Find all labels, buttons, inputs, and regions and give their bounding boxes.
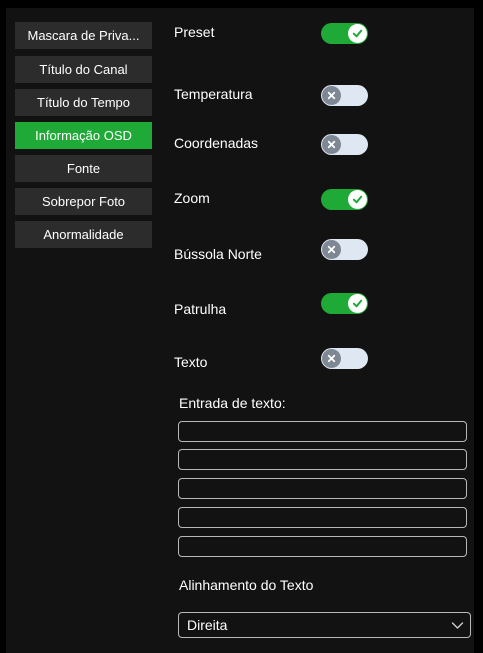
text-entry-field-2[interactable] — [178, 449, 467, 470]
coordinates-toggle[interactable] — [321, 134, 368, 155]
x-icon — [322, 86, 341, 105]
sidebar-item-abnormality[interactable]: Anormalidade — [15, 221, 152, 248]
check-icon — [348, 24, 367, 43]
zoom-toggle[interactable] — [321, 189, 368, 210]
x-icon — [322, 135, 341, 154]
sidebar-item-osd-info[interactable]: Informação OSD — [15, 122, 152, 149]
option-label-temperature: Temperatura — [174, 86, 253, 102]
preset-toggle[interactable] — [321, 23, 368, 44]
option-label-text: Texto — [174, 354, 208, 370]
temperature-toggle[interactable] — [321, 85, 368, 106]
option-label-coordinates: Coordenadas — [174, 135, 259, 151]
x-icon — [322, 240, 341, 259]
osd-settings-panel: Mascara de Priva... Título do Canal Títu… — [6, 8, 474, 653]
check-icon — [348, 294, 367, 313]
text-alignment-value: Direita — [187, 617, 228, 633]
chevron-down-icon — [451, 622, 464, 629]
option-label-zoom: Zoom — [174, 190, 210, 206]
x-icon — [322, 349, 341, 368]
text-alignment-label: Alinhamento do Texto — [179, 577, 314, 593]
text-entry-field-4[interactable] — [178, 507, 467, 528]
sidebar-item-time-title[interactable]: Título do Tempo — [15, 89, 152, 116]
patrol-toggle[interactable] — [321, 293, 368, 314]
sidebar-item-overlay-photo[interactable]: Sobrepor Foto — [15, 188, 152, 215]
option-label-patrol: Patrulha — [174, 301, 227, 317]
sidebar-item-font[interactable]: Fonte — [15, 155, 152, 182]
north-compass-toggle[interactable] — [321, 239, 368, 260]
text-entry-field-5[interactable] — [178, 536, 467, 557]
option-label-north-compass: Bússola Norte — [174, 246, 262, 262]
option-label-preset: Preset — [174, 24, 215, 40]
sidebar-item-channel-title[interactable]: Título do Canal — [15, 56, 152, 83]
check-icon — [348, 190, 367, 209]
text-alignment-select[interactable]: Direita — [178, 612, 471, 638]
sidebar-item-privacy-mask[interactable]: Mascara de Priva... — [15, 22, 152, 49]
text-entry-field-1[interactable] — [178, 421, 467, 442]
text-toggle[interactable] — [321, 348, 368, 369]
text-entry-field-3[interactable] — [178, 478, 467, 499]
text-entry-label: Entrada de texto: — [179, 395, 286, 411]
